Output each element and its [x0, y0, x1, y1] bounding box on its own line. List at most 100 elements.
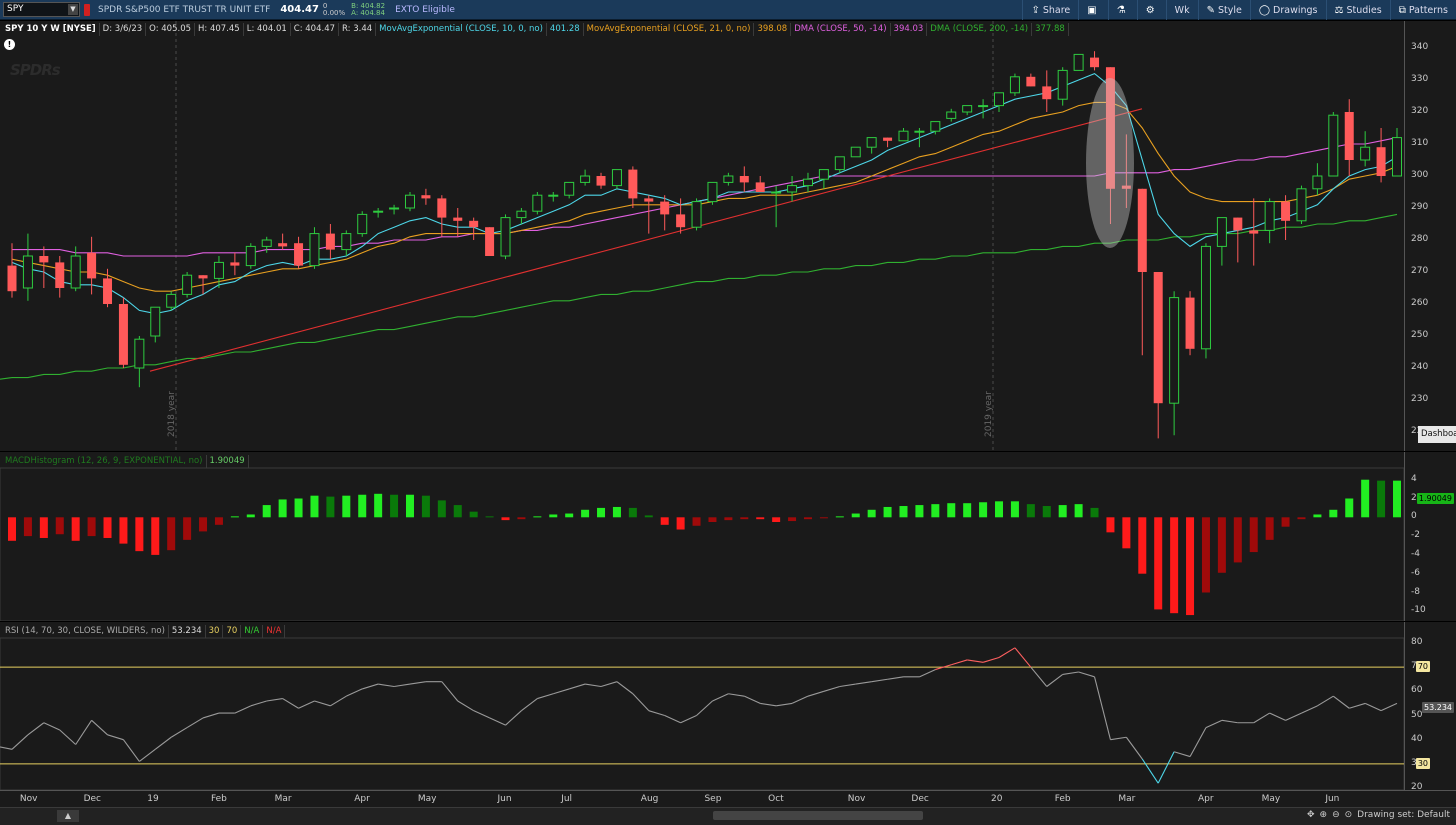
year-marker-label: 2018 year [167, 391, 177, 437]
macd-bar [374, 493, 383, 518]
macd-bar [230, 516, 239, 518]
candle-body [1233, 217, 1243, 231]
candle-body [198, 275, 208, 279]
symbol-input[interactable]: SPY ▼ [3, 2, 80, 17]
macd-tick-label: 4 [1411, 473, 1417, 484]
drawings-button[interactable]: ◯ Drawings [1249, 0, 1326, 20]
macd-pane[interactable]: 4 2 0 -2 -4 -6 -8 -10 1.90049 MACDHistogram (12,… [0, 452, 1456, 621]
candle-body [1169, 297, 1180, 404]
rsi-axis[interactable]: 80706050403020703053.234 [1404, 622, 1456, 792]
zoom-out-icon[interactable]: ⊖ [1332, 810, 1340, 820]
candle-body [389, 207, 400, 210]
toolbar-label: Share [1042, 4, 1071, 16]
x-tick-label: Feb [210, 794, 227, 804]
gear-button[interactable]: ⚙ [1136, 0, 1166, 20]
price-axis[interactable]: 340330320310300290280270260250240230220 [1404, 21, 1456, 451]
candle-body [357, 213, 368, 235]
candle-body [1073, 53, 1084, 71]
study-name[interactable]: MovAvgExponential (CLOSE, 21, 0, no) [584, 23, 755, 36]
drawing-set-label[interactable]: Drawing set: Default [1357, 810, 1450, 820]
x-tick-label: 20 [991, 794, 1003, 804]
price-tick-label: 240 [1411, 362, 1429, 372]
price-chart[interactable]: 2018 year 2019 year [0, 21, 1456, 451]
zoom-in-icon[interactable]: ⊕ [1320, 810, 1328, 820]
macd-bar [724, 517, 733, 521]
expand-button[interactable]: ▲ [57, 810, 79, 822]
ask-price: A: 404.84 [351, 8, 385, 17]
rsi-chart[interactable] [0, 622, 1456, 790]
toolbar-label: Style [1217, 4, 1242, 16]
candle-body [1296, 188, 1307, 222]
candle-body [834, 156, 845, 171]
macd-bar [214, 517, 223, 525]
macd-bar [1201, 517, 1210, 593]
macd-bar [310, 495, 319, 518]
studies-button[interactable]: ⚖ Studies [1325, 0, 1390, 20]
macd-bar [1393, 480, 1401, 518]
flask-button[interactable]: ⚗ [1107, 0, 1137, 20]
wk-button[interactable]: Wk [1165, 0, 1198, 20]
candle-body [1392, 137, 1402, 177]
toolbar-label: Studies [1346, 4, 1382, 16]
dashboard-tab[interactable]: Dashboa [1418, 426, 1456, 443]
candle-body [166, 293, 177, 308]
x-tick-label: May [417, 794, 437, 804]
alert-icon[interactable]: ! [4, 39, 15, 50]
candle-body [7, 265, 17, 292]
share-button[interactable]: ⇪ Share [1022, 0, 1078, 20]
macd-bar [135, 517, 144, 552]
candle-body [278, 243, 288, 247]
chevron-down-icon[interactable]: ▼ [68, 4, 78, 15]
rsi-pane[interactable]: 80706050403020703053.234 RSI (14, 70, 30… [0, 622, 1456, 792]
macd-chart[interactable] [0, 452, 1456, 621]
macd-bar [1345, 498, 1354, 518]
x-tick-label: Apr [354, 794, 370, 804]
study-value: 398.08 [754, 23, 792, 36]
price-pane[interactable]: 2018 year 2019 year 340 330 320 310 300 290 280… [0, 21, 1456, 451]
zoom-reset-icon[interactable]: ⊙ [1345, 810, 1353, 820]
candle-body [118, 304, 128, 365]
highlight-ellipse [1086, 78, 1134, 248]
macd-bar [358, 494, 367, 518]
macd-bar [963, 503, 972, 518]
macd-bar [8, 517, 16, 541]
candle-body [850, 146, 861, 158]
macd-bar [1265, 517, 1274, 540]
macd-study-value: 1.90049 [207, 455, 249, 468]
time-scrollbar[interactable] [713, 811, 923, 820]
study-name[interactable]: DMA (CLOSE, 200, -14) [927, 23, 1033, 36]
style-button[interactable]: ✎ Style [1197, 0, 1250, 20]
price-tick-label: 260 [1411, 298, 1429, 308]
candle-body [707, 181, 718, 203]
macd-bar [533, 516, 542, 518]
candle-body [469, 220, 479, 228]
rsi-70-tag: 70 [1415, 661, 1430, 673]
macd-bar [485, 516, 494, 518]
patterns-button[interactable]: ⧉ Patterns [1389, 0, 1456, 20]
study-name[interactable]: MovAvgExponential (CLOSE, 10, 0, no) [376, 23, 547, 36]
macd-axis[interactable]: 4 2 0 -2 -4 -6 -8 -10 1.90049 [1404, 452, 1456, 621]
macd-bar [947, 503, 956, 518]
pan-icon[interactable]: ✥ [1307, 810, 1315, 820]
flag-icon[interactable] [84, 3, 90, 16]
price-tick-label: 300 [1411, 170, 1429, 180]
candle-body [962, 105, 973, 113]
x-tick-label: Dec [911, 794, 929, 804]
candle-body [421, 195, 431, 199]
chart-title: SPY 10 Y W [NYSE] [2, 23, 100, 36]
candle-body [309, 233, 320, 267]
time-axis[interactable]: Nov Dec 19 Feb Mar Apr May Jun Jul Aug Sep Oct Nov De… [0, 790, 1456, 807]
grid-button[interactable]: ▣ [1078, 0, 1107, 20]
studies-icon: ⚖ [1334, 4, 1344, 16]
style-icon: ✎ [1206, 4, 1215, 16]
macd-bar [1010, 501, 1019, 518]
candle-body [883, 137, 893, 141]
candle-body [596, 176, 606, 186]
patterns-icon: ⧉ [1398, 4, 1406, 16]
price-tick-label: 280 [1411, 234, 1429, 244]
macd-bar [883, 506, 892, 518]
study-name[interactable]: DMA (CLOSE, 50, -14) [791, 23, 891, 36]
macd-bar [71, 517, 80, 541]
price-tick-label: 230 [1411, 394, 1429, 404]
x-tick-label: Oct [768, 794, 784, 804]
